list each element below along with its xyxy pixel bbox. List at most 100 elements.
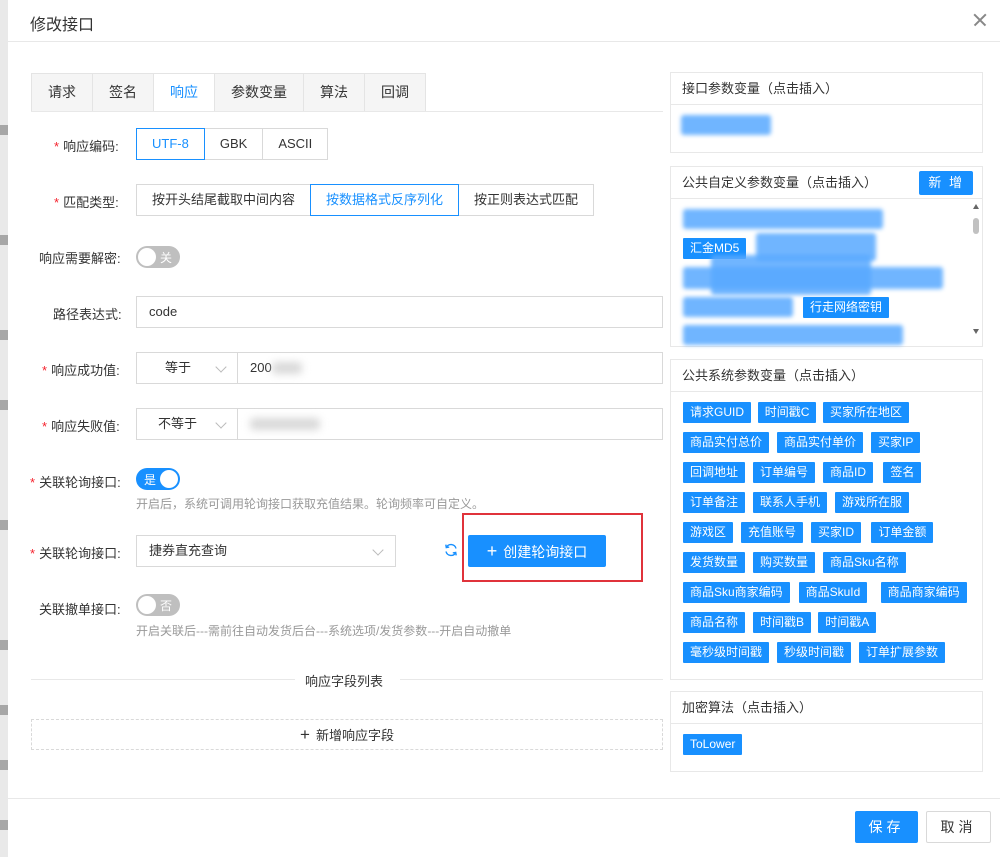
- edit-interface-dialog: 修改接口 请求 签名 响应 参数变量 算法 回调 * 响应编码: UTF-8 GB…: [8, 0, 1000, 857]
- system-vars-title: 公共系统参数变量（点击插入）: [671, 360, 982, 392]
- system-var-chip[interactable]: 回调地址: [683, 462, 746, 483]
- system-var-chip[interactable]: 购买数量: [753, 552, 816, 573]
- poll-label: * 关联轮询接口:: [30, 475, 121, 490]
- system-var-chip[interactable]: 请求GUID: [683, 402, 752, 423]
- dialog-footer: 保存 取消: [8, 798, 1000, 857]
- system-var-chip[interactable]: 充值账号: [741, 522, 804, 543]
- toggle-knob: [138, 248, 156, 266]
- close-icon[interactable]: [968, 8, 992, 32]
- system-var-chip[interactable]: 联系人手机: [753, 492, 828, 513]
- success-operator-select[interactable]: 等于: [136, 352, 238, 384]
- fail-operator-select[interactable]: 不等于: [136, 408, 238, 440]
- tab-callback[interactable]: 回调: [364, 73, 426, 112]
- poll-select-label: * 关联轮询接口:: [30, 546, 121, 561]
- custom-vars-scrollbar[interactable]: [972, 204, 980, 334]
- toggle-knob: [138, 596, 156, 614]
- interface-vars-title: 接口参数变量（点击插入）: [671, 73, 982, 105]
- tab-response[interactable]: 响应: [153, 73, 215, 112]
- create-poll-interface-button[interactable]: + 创建轮询接口: [468, 535, 606, 567]
- system-var-chip[interactable]: 商品名称: [683, 612, 746, 633]
- cancel-order-label: 关联撤单接口:: [39, 602, 121, 617]
- system-var-chip[interactable]: 时间戳A: [818, 612, 877, 633]
- encoding-ascii-button[interactable]: ASCII: [262, 128, 329, 160]
- tab-signature[interactable]: 签名: [92, 73, 154, 112]
- toggle-knob: [160, 470, 178, 488]
- algorithms-title: 加密算法（点击插入）: [671, 692, 982, 724]
- system-var-chip[interactable]: 游戏区: [683, 522, 734, 543]
- system-var-chip[interactable]: 商品Sku名称: [823, 552, 906, 573]
- system-var-chip[interactable]: 秒级时间戳: [777, 642, 852, 663]
- system-var-chip[interactable]: 时间戳C: [757, 402, 817, 423]
- redacted-variable-chip[interactable]: [683, 209, 883, 229]
- poll-toggle[interactable]: 是: [136, 468, 180, 490]
- encoding-utf8-button[interactable]: UTF-8: [136, 128, 205, 160]
- dialog-title: 修改接口: [30, 17, 95, 34]
- system-var-chip[interactable]: 商品实付单价: [777, 432, 864, 453]
- custom-vars-title: 公共自定义参数变量（点击插入） 新 增: [671, 167, 982, 199]
- system-var-chip[interactable]: 订单金额: [871, 522, 934, 543]
- decrypt-toggle[interactable]: 关: [136, 246, 180, 268]
- decrypt-toggle-state: 关: [160, 251, 173, 265]
- chevron-down-icon: [215, 417, 227, 429]
- poll-interface-select[interactable]: 捷券直充查询: [136, 535, 396, 567]
- add-custom-var-button[interactable]: 新 增: [919, 171, 973, 195]
- system-vars-panel: 公共系统参数变量（点击插入） 请求GUID 时间戳C 买家所在地区商品实付总价 商品实…: [670, 359, 983, 680]
- match-type-deserialize-button[interactable]: 按数据格式反序列化: [310, 184, 460, 216]
- dialog-header: 修改接口: [8, 0, 1000, 42]
- match-type-selector: 按开头结尾截取中间内容 按数据格式反序列化 按正则表达式匹配: [136, 184, 595, 216]
- system-var-chip[interactable]: 商品实付总价: [683, 432, 770, 453]
- tab-request[interactable]: 请求: [31, 73, 93, 112]
- tab-param-vars[interactable]: 参数变量: [214, 73, 304, 112]
- match-type-label: * 匹配类型:: [54, 195, 119, 210]
- system-var-chip[interactable]: 买家所在地区: [823, 402, 910, 423]
- redacted-variable-chip[interactable]: [681, 115, 771, 135]
- cancel-order-hint: 开启关联后---需前往自动发货后台---系统选项/发货参数---开启自动撤单: [136, 624, 512, 638]
- create-poll-label: 创建轮询接口: [503, 544, 588, 560]
- add-response-field-button[interactable]: + 新增响应字段: [31, 719, 663, 750]
- system-var-chip[interactable]: 买家IP: [871, 432, 921, 453]
- scroll-up-arrow[interactable]: [973, 204, 979, 209]
- refresh-icon[interactable]: [444, 543, 458, 557]
- system-var-chip[interactable]: 商品SkuId: [798, 582, 868, 603]
- tabs-divider: [31, 111, 663, 112]
- success-value-input[interactable]: 200: [237, 352, 663, 384]
- match-type-substring-button[interactable]: 按开头结尾截取中间内容: [136, 184, 312, 216]
- custom-var-chip[interactable]: 行走网络密钥: [803, 297, 890, 318]
- poll-interface-value: 捷券直充查询: [149, 543, 228, 558]
- algorithm-chip-tolower[interactable]: ToLower: [683, 734, 743, 755]
- system-var-chip[interactable]: 订单扩展参数: [859, 642, 946, 663]
- scroll-thumb[interactable]: [973, 218, 979, 234]
- fail-value-input[interactable]: [237, 408, 663, 440]
- system-var-chip[interactable]: 毫秒级时间戳: [683, 642, 770, 663]
- add-response-field-label: 新增响应字段: [315, 728, 394, 743]
- system-var-chip[interactable]: 商品Sku商家编码: [683, 582, 790, 603]
- cancel-button[interactable]: 取消: [926, 811, 991, 843]
- system-var-chip[interactable]: 商品商家编码: [880, 582, 967, 603]
- save-button[interactable]: 保存: [855, 811, 918, 843]
- redacted-blur: [711, 255, 871, 295]
- cancel-order-toggle[interactable]: 否: [136, 594, 180, 616]
- success-label: * 响应成功值:: [42, 363, 120, 378]
- success-operator-value: 等于: [165, 360, 192, 375]
- fail-label: * 响应失败值:: [42, 419, 120, 434]
- redacted-variable-chip[interactable]: [683, 297, 793, 317]
- match-type-regex-button[interactable]: 按正则表达式匹配: [458, 184, 595, 216]
- response-fields-title: 响应字段列表: [305, 674, 384, 689]
- redacted-variable-chip[interactable]: [683, 325, 903, 345]
- scroll-down-arrow[interactable]: [973, 329, 979, 334]
- system-var-chip[interactable]: 发货数量: [683, 552, 746, 573]
- tab-bar: 请求 签名 响应 参数变量 算法 回调: [31, 73, 426, 112]
- system-var-chip[interactable]: 游戏所在服: [835, 492, 910, 513]
- chevron-down-icon: [215, 361, 227, 373]
- path-input[interactable]: code: [136, 296, 663, 328]
- background-page: [0, 0, 8, 857]
- system-var-chip[interactable]: 订单备注: [683, 492, 746, 513]
- system-var-chip[interactable]: 订单编号: [753, 462, 816, 483]
- tab-algorithm[interactable]: 算法: [303, 73, 365, 112]
- system-var-chip[interactable]: 签名: [883, 462, 922, 483]
- system-var-chip[interactable]: 时间戳B: [753, 612, 812, 633]
- system-var-chip[interactable]: 商品ID: [823, 462, 874, 483]
- system-var-chip[interactable]: 买家ID: [811, 522, 862, 543]
- path-label: 路径表达式:: [53, 307, 122, 322]
- encoding-gbk-button[interactable]: GBK: [203, 128, 264, 160]
